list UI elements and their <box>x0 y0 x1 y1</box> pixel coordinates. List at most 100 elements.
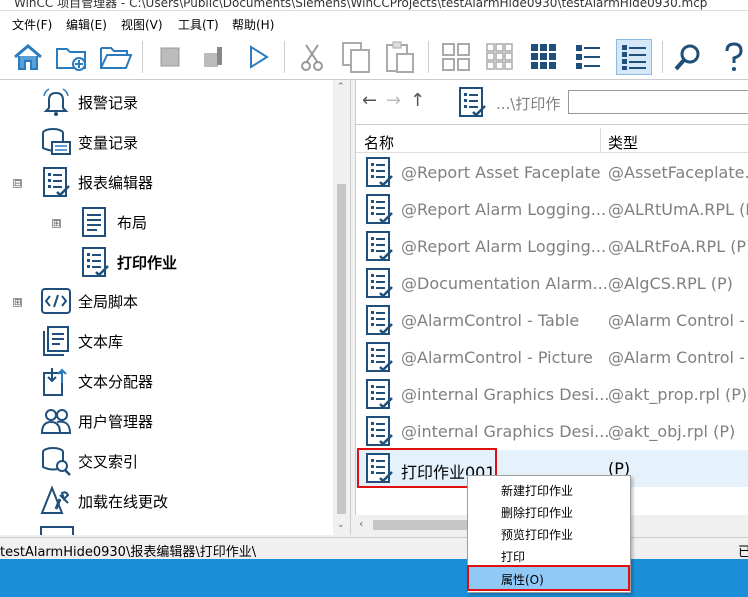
cut-icon[interactable] <box>294 39 330 75</box>
tree-item-load-online-changes[interactable]: 加载在线更改 <box>40 483 168 519</box>
list-item[interactable]: @Report Asset Faceplate @AssetFaceplate.… <box>356 154 748 191</box>
item-name: @AlarmControl - Table <box>401 311 580 330</box>
list-item[interactable]: @Documentation Alarm... @AlgCS.RPL (P) <box>356 265 748 302</box>
tree-item-print-jobs[interactable]: 打印作业 <box>79 244 177 280</box>
print-job-icon <box>366 416 393 446</box>
tree-item-text-library[interactable]: 文本库 <box>40 323 123 359</box>
status-path: testAlarmHide0930\报表编辑器\打印作业\ <box>0 545 257 560</box>
item-type: @Alarm Control - <box>608 311 745 330</box>
tree-item-tag-logging[interactable]: 变量记录 <box>40 124 138 160</box>
item-name: @Report Asset Faceplate <box>401 163 601 182</box>
tree-item-report-designer[interactable]: 报表编辑器 <box>40 164 153 200</box>
toolbar-separator <box>284 41 285 73</box>
menu-tools[interactable]: 工具(T) <box>178 16 219 33</box>
help-icon[interactable] <box>716 39 748 75</box>
report-icon <box>43 167 70 197</box>
column-type[interactable]: 类型 <box>608 132 638 153</box>
print-job-icon <box>366 305 393 335</box>
stop-icon[interactable] <box>152 39 188 75</box>
scroll-left-icon[interactable]: ‹ <box>359 517 363 530</box>
paste-icon[interactable] <box>382 39 418 75</box>
print-job-icon <box>459 87 486 117</box>
expand-icon[interactable]: ⊞ <box>52 219 61 229</box>
menu-item-print[interactable]: 打印 <box>468 544 630 566</box>
status-right: 已 <box>738 545 748 560</box>
toolbar-separator <box>662 41 663 73</box>
tree-item-user-administrator[interactable]: 用户管理器 <box>40 403 153 439</box>
load-online-changes-icon <box>40 485 70 514</box>
tree-item-alarm-logging[interactable]: 报警记录 <box>40 84 138 120</box>
play-icon[interactable] <box>240 39 276 75</box>
list-item[interactable]: @internal Graphics Desi... @akt_prop.rpl… <box>356 376 748 413</box>
print-job-icon <box>366 342 393 372</box>
menu-item-preview-print-job[interactable]: 预览打印作业 <box>468 522 630 544</box>
script-icon <box>41 288 71 314</box>
tree-item-layouts[interactable]: 布局 <box>79 204 147 240</box>
tree-item-label: 文本分配器 <box>78 372 154 391</box>
item-type: @AlgCS.RPL (P) <box>608 274 733 293</box>
details-icon[interactable] <box>616 39 652 75</box>
item-type: @Alarm Control - <box>608 348 745 367</box>
status-bar: testAlarmHide0930\报表编辑器\打印作业\ 已 <box>0 537 748 560</box>
column-header: 名称 类型 <box>356 128 748 153</box>
tree-item-global-script[interactable]: 全局脚本 <box>40 283 138 319</box>
tree-item-label: 交叉索引 <box>78 452 139 471</box>
large-icons-icon[interactable] <box>438 39 474 75</box>
up-icon[interactable]: ↑ <box>410 90 425 111</box>
forward-icon[interactable]: → <box>386 90 401 111</box>
scroll-up-icon[interactable]: ⌃ <box>337 82 345 92</box>
address-path[interactable]: ...\打印作 <box>496 93 560 114</box>
back-icon[interactable]: ← <box>362 90 377 111</box>
title-bar: WinCC 项目管理器 - C:\Users\Public\Documents\… <box>0 0 748 11</box>
grid-icon[interactable] <box>526 39 562 75</box>
menu-item-new-print-job[interactable]: 新建打印作业 <box>468 478 630 500</box>
item-type: @akt_obj.rpl (P) <box>608 422 736 441</box>
list-item[interactable]: @AlarmControl - Picture @Alarm Control - <box>356 339 748 376</box>
tree-item-label: 变量记录 <box>78 133 139 152</box>
tree-item-partial <box>40 526 74 535</box>
list-item[interactable]: @Report Alarm Logging... @ALRtFoA.RPL (P… <box>356 228 748 265</box>
menu-edit[interactable]: 编辑(E) <box>66 16 107 33</box>
user-manager-icon <box>40 409 72 434</box>
tools-icon[interactable] <box>196 39 232 75</box>
tree-item-label: 报表编辑器 <box>78 173 154 192</box>
menu-file[interactable]: 文件(F) <box>12 16 52 33</box>
collapse-icon[interactable]: ⊟ <box>13 179 22 189</box>
print-job-icon <box>366 194 393 224</box>
copy-icon[interactable] <box>338 39 374 75</box>
search-input[interactable] <box>568 90 748 114</box>
scrollbar-thumb[interactable] <box>337 184 346 514</box>
list-icon[interactable] <box>570 39 606 75</box>
small-icons-icon[interactable] <box>482 39 518 75</box>
window-title: WinCC 项目管理器 - C:\Users\Public\Documents\… <box>14 0 708 10</box>
scrollbar-thumb[interactable] <box>373 520 473 530</box>
list-item[interactable]: @internal Graphics Desi... @akt_obj.rpl … <box>356 413 748 450</box>
text-distributor-icon <box>43 368 67 396</box>
scroll-down-icon[interactable]: ⌄ <box>337 520 345 530</box>
search-icon[interactable] <box>670 39 706 75</box>
item-name: @Report Alarm Logging... <box>401 237 607 256</box>
list-item[interactable]: @Report Alarm Logging... @ALRtUmA.RPL (P <box>356 191 748 228</box>
tree-item-cross-reference[interactable]: 交叉索引 <box>40 443 138 479</box>
item-type: @ALRtUmA.RPL (P <box>608 200 748 219</box>
navigation-tree: 报警记录 变量记录 ⊟ 报表编辑器 ⊞ 布局 打印作业 ⊞ 全局脚本 文本库 文… <box>0 80 351 535</box>
list-item[interactable]: @AlarmControl - Table @Alarm Control - <box>356 302 748 339</box>
item-type: @AssetFaceplate.r <box>608 163 748 182</box>
new-folder-icon[interactable] <box>54 39 90 75</box>
menu-help[interactable]: 帮助(H) <box>232 16 274 33</box>
menu-item-delete-print-job[interactable]: 删除打印作业 <box>468 500 630 522</box>
tree-item-label: 文本库 <box>78 332 124 351</box>
highlight-properties <box>467 565 630 591</box>
print-job-icon <box>366 157 393 187</box>
home-icon[interactable] <box>10 39 46 75</box>
text-library-icon <box>43 326 69 356</box>
taskbar <box>0 559 748 597</box>
tree-vertical-scrollbar[interactable]: ⌃ ⌄ <box>333 80 350 535</box>
expand-icon[interactable]: ⊞ <box>13 298 22 308</box>
print-job-icon <box>366 268 393 298</box>
item-name: @internal Graphics Desi... <box>401 422 610 441</box>
column-name[interactable]: 名称 <box>364 132 394 153</box>
open-folder-icon[interactable] <box>98 39 134 75</box>
tree-item-text-distributor[interactable]: 文本分配器 <box>40 363 153 399</box>
menu-view[interactable]: 视图(V) <box>121 16 163 33</box>
